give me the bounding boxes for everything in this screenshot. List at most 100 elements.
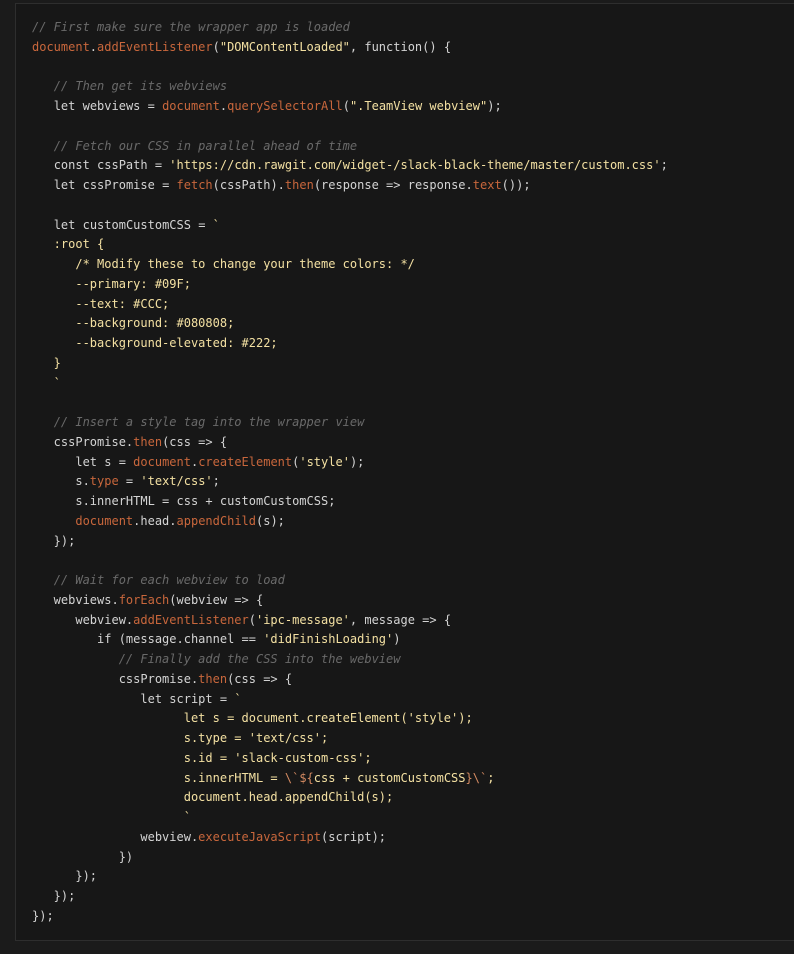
- code-token: s.type = 'text/css';: [32, 731, 329, 745]
- code-token: }): [32, 849, 134, 864]
- code-token: :root {: [32, 237, 105, 252]
- code-token: , message => {: [349, 612, 452, 627]
- code-token: // Fetch our CSS in parallel ahead of ti…: [53, 138, 358, 153]
- code-line: // Then get its webviews: [32, 77, 668, 97]
- code-token: ());: [501, 178, 531, 192]
- code-token: ,: [349, 39, 365, 54]
- code-token: });: [32, 889, 76, 903]
- code-token: fetch: [176, 178, 213, 192]
- code-token: });: [32, 908, 54, 923]
- code-line: });: [32, 887, 668, 907]
- code-token: webview.: [32, 612, 134, 627]
- code-token: `: [32, 810, 191, 824]
- code-token: let: [75, 454, 98, 469]
- code-line: // Wait for each webview to load: [32, 571, 668, 591]
- code-line: webview.addEventListener('ipc-message', …: [32, 611, 668, 631]
- code-token: --primary: #09F;: [32, 276, 191, 291]
- code-token: then: [198, 671, 228, 686]
- code-line: s.innerHTML = \`${css + customCustomCSS}…: [32, 769, 668, 789]
- code-token: executeJavaScript: [198, 829, 321, 844]
- code-token: --background-elevated: #222;: [32, 336, 278, 350]
- code-line: // Fetch our CSS in parallel ahead of ti…: [32, 137, 668, 157]
- code-token: forEach: [118, 592, 170, 607]
- code-line: let s = document.createElement('style');: [32, 709, 668, 729]
- code-token: // First make sure the wrapper app is lo…: [32, 20, 350, 34]
- code-line: --text: #CCC;: [32, 295, 668, 315]
- code-line: :root {: [32, 235, 668, 255]
- code-token: (script);: [321, 829, 387, 844]
- code-token: cssPromise =: [75, 178, 177, 192]
- code-token: document: [133, 454, 191, 469]
- code-token: webviews.: [32, 592, 119, 607]
- code-token: /* Modify these to change your theme col…: [32, 257, 415, 271]
- code-line: }: [32, 354, 668, 374]
- code-token: s.innerHTML = css + customCustomCSS;: [32, 494, 336, 508]
- code-token: type: [89, 474, 119, 489]
- code-token: let: [140, 691, 163, 706]
- code-token: createElement: [198, 454, 293, 469]
- code-token: s =: [97, 454, 134, 469]
- code-token: webviews =: [75, 99, 163, 113]
- code-line: --background-elevated: #222;: [32, 334, 668, 354]
- code-token: if: [97, 632, 112, 647]
- code-token: cssPath =: [89, 158, 170, 173]
- code-token: let: [53, 178, 76, 192]
- code-token: let: [53, 217, 76, 232]
- code-line: // Finally add the CSS into the webview: [32, 650, 668, 670]
- code-line: s.type = 'text/css';: [32, 472, 668, 492]
- code-token: document: [162, 99, 220, 113]
- code-token: }: [32, 355, 61, 370]
- code-token: --text: #CCC;: [32, 296, 170, 311]
- code-token: addEventListener: [133, 612, 249, 627]
- code-token: --background: #080808;: [32, 316, 235, 331]
- code-line: `: [32, 808, 668, 828]
- code-line: });: [32, 867, 668, 887]
- code-token: .head.: [133, 513, 177, 528]
- code-token: );: [349, 454, 365, 469]
- code-line: s.type = 'text/css';: [32, 729, 668, 749]
- code-token: text: [472, 178, 502, 192]
- code-line: s.id = 'slack-custom-css';: [32, 749, 668, 769]
- code-token: 'https://cdn.rawgit.com/widget-/slack-bl…: [169, 158, 661, 173]
- code-token: document: [32, 39, 90, 54]
- code-token: (response => response.: [313, 178, 473, 192]
- code-token: (s);: [256, 513, 285, 528]
- code-token: `: [212, 217, 220, 232]
- code-token: 'ipc-message': [255, 612, 350, 627]
- code-token: ;: [487, 770, 495, 785]
- code-line: let webviews = document.querySelectorAll…: [32, 97, 668, 117]
- code-line: const cssPath = 'https://cdn.rawgit.com/…: [32, 156, 668, 176]
- code-line: let customCustomCSS = `: [32, 216, 668, 236]
- code-token: });: [32, 869, 98, 884]
- code-token: cssPromise.: [32, 434, 134, 449]
- code-token: (css => {: [162, 434, 228, 449]
- code-line: document.head.appendChild(s);: [32, 788, 668, 808]
- code-line: --primary: #09F;: [32, 275, 668, 295]
- code-line: document.head.appendChild(s);: [32, 512, 668, 532]
- code-line: let cssPromise = fetch(cssPath).then(res…: [32, 176, 668, 196]
- code-token: s.innerHTML =: [32, 770, 285, 785]
- code-line: });: [32, 907, 668, 927]
- code-token: }\`: [465, 770, 488, 785]
- code-line: let s = document.createElement('style');: [32, 453, 668, 473]
- code-token: // Insert a style tag into the wrapper v…: [53, 415, 365, 429]
- code-token: const: [53, 158, 90, 173]
- code-line: webviews.forEach(webview => {: [32, 591, 668, 611]
- code-token: 'style': [299, 454, 350, 469]
- code-token: css + customCustomCSS: [313, 770, 466, 785]
- code-token: (cssPath).: [212, 178, 285, 192]
